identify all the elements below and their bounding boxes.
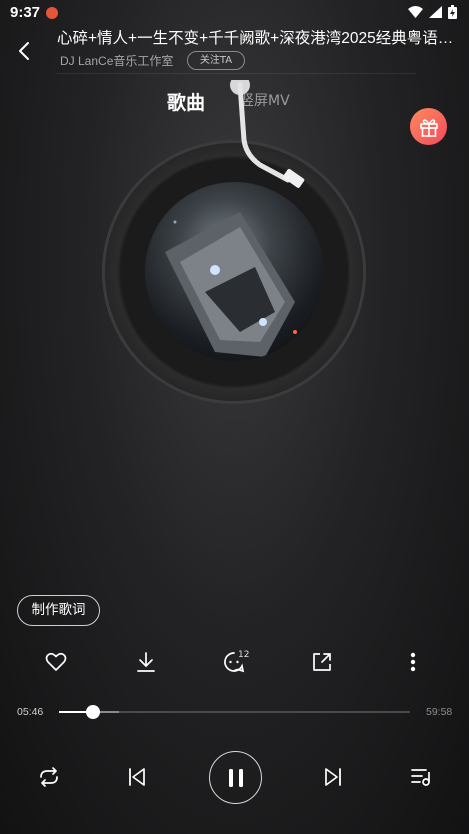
share-button[interactable]	[310, 650, 334, 674]
next-icon	[325, 768, 341, 786]
previous-button[interactable]	[122, 762, 152, 792]
progress-thumb[interactable]	[85, 705, 100, 719]
tonearm	[230, 80, 305, 188]
more-icon	[410, 652, 416, 672]
app-notification-icon	[46, 7, 58, 19]
follow-button[interactable]: 关注TA	[187, 51, 245, 70]
artist-name[interactable]: DJ LanCe音乐工作室	[60, 52, 173, 69]
time-current: 05:46	[17, 706, 44, 718]
playlist-icon	[411, 769, 430, 786]
signal-icon	[429, 6, 442, 18]
download-button[interactable]	[134, 650, 158, 674]
gift-button[interactable]	[410, 108, 447, 145]
back-button[interactable]	[12, 38, 38, 64]
next-button[interactable]	[318, 762, 348, 792]
header-divider	[56, 73, 416, 74]
heart-icon	[45, 652, 67, 671]
like-button[interactable]	[44, 650, 68, 674]
gift-icon	[419, 118, 438, 137]
status-time: 9:37	[10, 4, 41, 21]
comment-count: 12	[238, 650, 250, 660]
share-icon	[313, 653, 331, 671]
repeat-button[interactable]	[34, 762, 64, 792]
battery-icon	[448, 5, 457, 19]
tab-song[interactable]: 歌曲	[167, 88, 205, 115]
album-art	[145, 182, 324, 361]
song-title: 心碎+情人+一生不变+千千阙歌+深夜港湾2025经典粤语Fu…	[57, 30, 462, 47]
playlist-button[interactable]	[406, 762, 436, 792]
make-lyrics-button[interactable]: 制作歌词	[17, 595, 100, 626]
time-total: 59:58	[426, 706, 453, 718]
wifi-icon	[408, 6, 423, 18]
download-icon	[137, 652, 155, 672]
previous-icon	[129, 768, 145, 786]
progress-slider[interactable]	[59, 705, 410, 719]
chevron-left-icon	[19, 42, 29, 60]
play-pause-button[interactable]	[209, 751, 262, 804]
pause-icon	[228, 768, 243, 787]
more-button[interactable]	[401, 650, 425, 674]
status-icons	[408, 5, 457, 19]
repeat-icon	[40, 767, 58, 787]
